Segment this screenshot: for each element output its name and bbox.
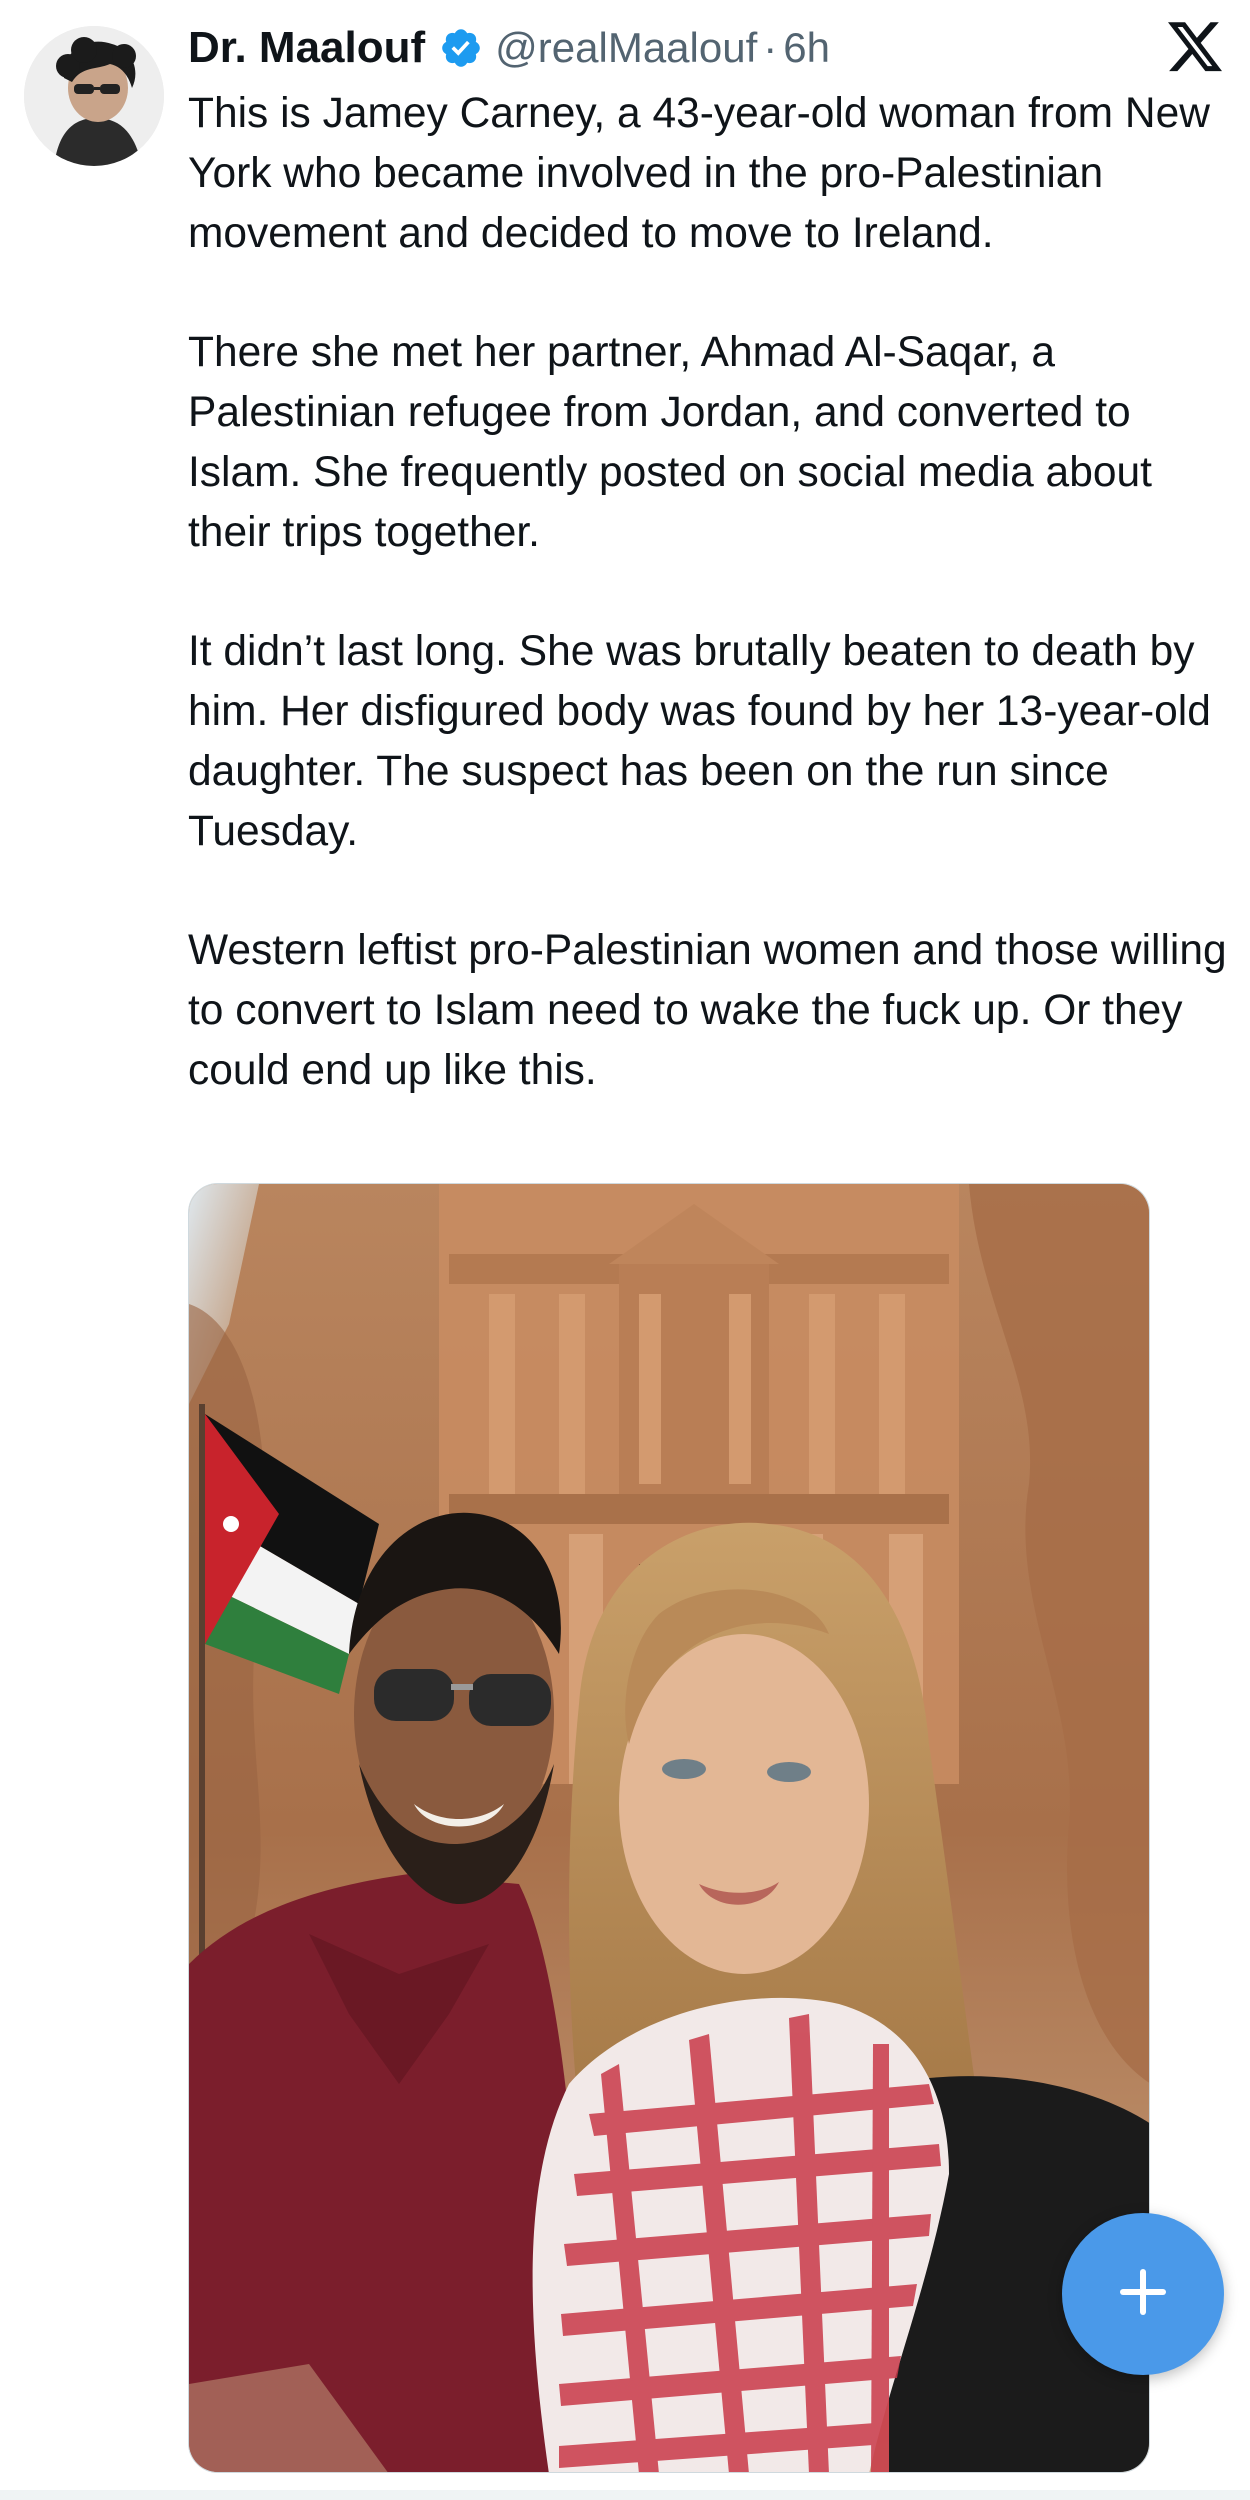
tweet-text: This is Jamey Carney, a 43-year-old woma…	[188, 84, 1228, 1101]
user-handle[interactable]: @realMaalouf	[495, 24, 757, 72]
tweet-paragraph: It didn’t last long. She was brutally be…	[188, 628, 1211, 855]
x-logo-icon[interactable]	[1168, 22, 1222, 72]
tweet-header: Dr. Maalouf @realMaalouf · 6h	[188, 16, 830, 80]
compose-button[interactable]	[1062, 2213, 1224, 2375]
tweet-page: Dr. Maalouf @realMaalouf · 6h This is Ja…	[0, 0, 1250, 2500]
timestamp[interactable]: 6h	[783, 24, 830, 72]
photo-illustration	[189, 1184, 1149, 2472]
tweet-paragraph: This is Jamey Carney, a 43-year-old woma…	[188, 90, 1210, 257]
plus-icon	[1116, 2265, 1170, 2324]
avatar[interactable]	[24, 26, 164, 166]
tweet-paragraph: There she met her partner, Ahmad Al-Saqa…	[188, 329, 1152, 556]
bottom-divider	[0, 2490, 1250, 2500]
verified-badge-icon	[439, 26, 483, 70]
display-name[interactable]: Dr. Maalouf	[188, 23, 425, 73]
avatar-photo	[24, 26, 164, 166]
separator-dot: ·	[763, 24, 778, 71]
tweet-photo[interactable]	[188, 1183, 1150, 2473]
tweet-paragraph: Western leftist pro-Palestinian women an…	[188, 927, 1227, 1094]
